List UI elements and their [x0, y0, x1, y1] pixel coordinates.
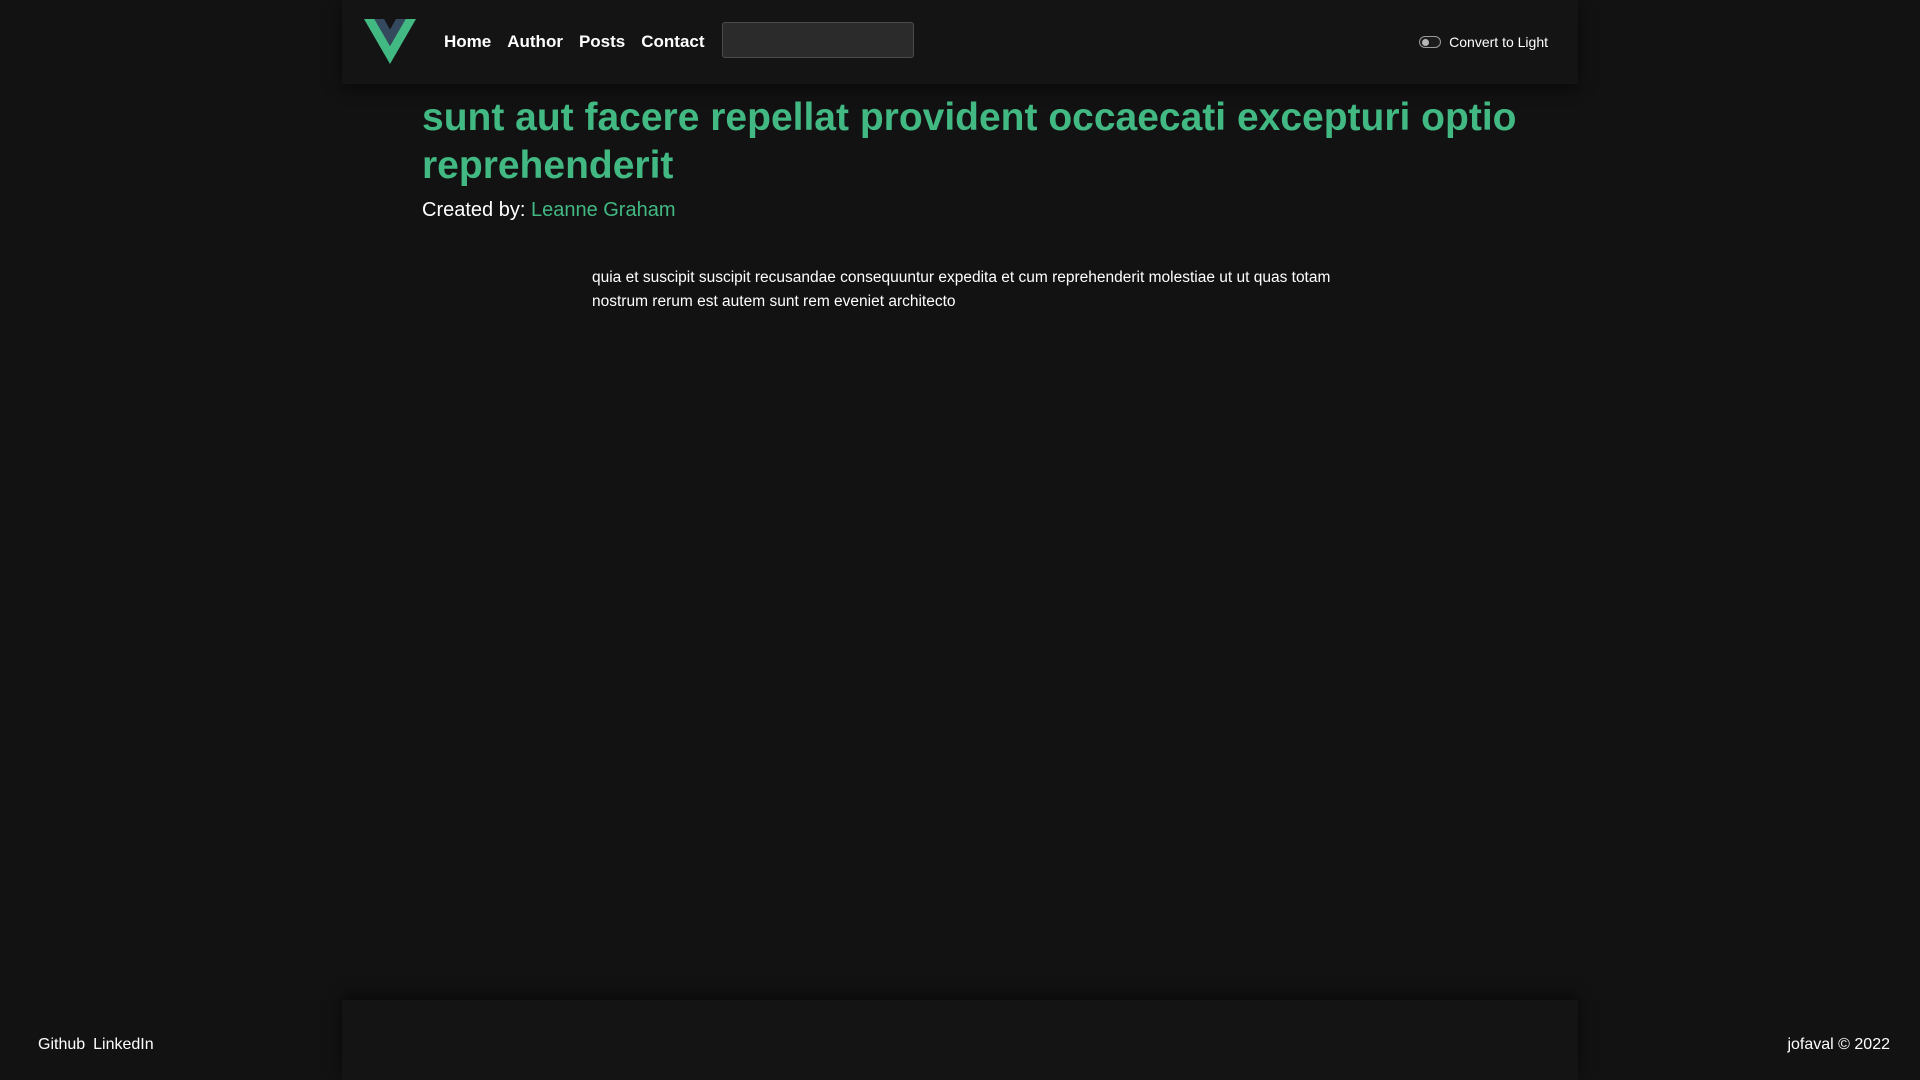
footer	[342, 1000, 1578, 1080]
vue-logo-icon[interactable]	[364, 19, 416, 65]
search-input[interactable]	[722, 22, 914, 58]
github-link[interactable]: Github	[38, 1036, 85, 1054]
post-byline: Created by: Leanne Graham	[422, 199, 676, 222]
post-body: quia et suscipit suscipit recusandae con…	[592, 269, 1331, 310]
author-link[interactable]: Leanne Graham	[531, 199, 676, 221]
copyright-text: jofaval © 2022	[1787, 1036, 1890, 1053]
nav-contact-link[interactable]: Contact	[641, 32, 704, 52]
nav-posts-link[interactable]: Posts	[579, 32, 625, 52]
nav-author-link[interactable]: Author	[507, 32, 563, 52]
footer-links: Github LinkedIn	[38, 1036, 154, 1054]
page: Home Author Posts Contact Convert to Lig…	[0, 0, 1920, 1080]
linkedin-link[interactable]: LinkedIn	[93, 1036, 154, 1054]
theme-toggle[interactable]: Convert to Light	[1419, 0, 1548, 84]
toggle-knob	[1422, 38, 1430, 46]
main-nav: Home Author Posts Contact	[444, 0, 721, 84]
toggle-switch-icon[interactable]	[1419, 36, 1442, 48]
top-navbar: Home Author Posts Contact Convert to Lig…	[342, 0, 1578, 84]
post-title: sunt aut facere repellat provident occae…	[422, 96, 1517, 187]
created-by-label: Created by:	[422, 199, 526, 221]
nav-home-link[interactable]: Home	[444, 32, 491, 52]
theme-toggle-label: Convert to Light	[1449, 34, 1548, 50]
